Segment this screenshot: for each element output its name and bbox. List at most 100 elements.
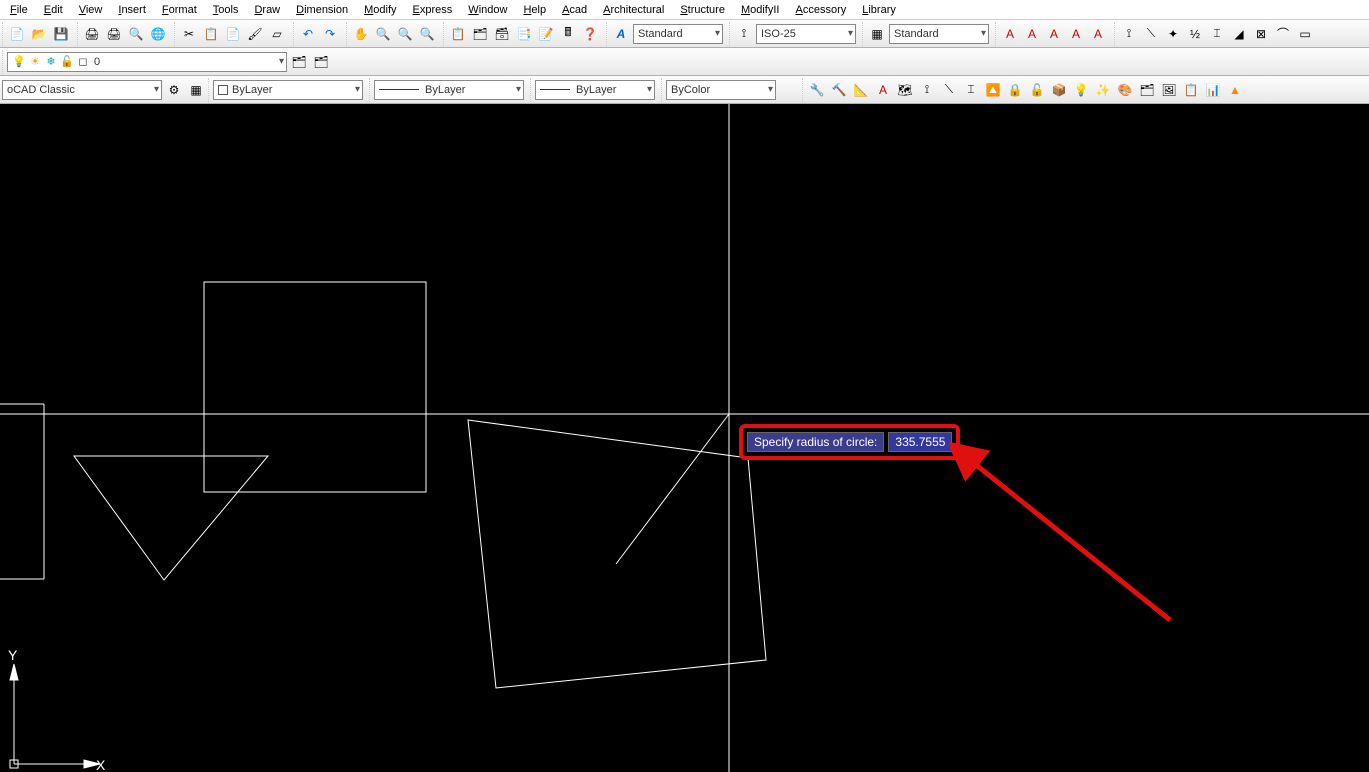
paste-button[interactable]: 📄 [223,24,243,44]
bulb-icon: 💡 [12,55,26,69]
copy-button[interactable]: 📋 [201,24,221,44]
ext3-icon[interactable]: 📐 [851,80,871,100]
menu-window[interactable]: Window [460,2,515,18]
ext12-icon[interactable]: 📦 [1049,80,1069,100]
freeze-icon: ❄ [44,55,58,69]
annot-a2-icon[interactable]: A [1022,24,1042,44]
ext18-icon[interactable]: 📋 [1181,80,1201,100]
plotstyle-dropdown[interactable]: ByColor [666,80,776,100]
redo-button[interactable]: ↷ [320,24,340,44]
workspace-settings-button[interactable]: ⚙ [164,80,184,100]
ext13-icon[interactable]: 💡 [1071,80,1091,100]
annot-a1-icon[interactable]: A [1000,24,1020,44]
ext11-icon[interactable]: 🔓 [1027,80,1047,100]
dim2-icon[interactable]: ⟍ [1141,24,1161,44]
publish-button[interactable]: 🌐 [148,24,168,44]
dim5-icon[interactable]: ⌶ [1207,24,1227,44]
layer-dropdown[interactable]: 💡 ☀ ❄ 🔓 ◻ 0 [7,52,287,72]
dimstyle-icon[interactable]: ⟟ [734,24,754,44]
ext19-icon[interactable]: 📊 [1203,80,1223,100]
ext8-icon[interactable]: ⌶ [961,80,981,100]
menu-insert[interactable]: Insert [110,2,154,18]
drawing-canvas[interactable]: Y X [0,104,1369,772]
menu-draw[interactable]: Draw [246,2,288,18]
ext16-icon[interactable]: 🗂 [1137,80,1157,100]
print-button[interactable]: 🖨 [82,24,102,44]
eraser-button[interactable]: ▱ [267,24,287,44]
designcenter-button[interactable]: 🗂 [470,24,490,44]
dynamic-prompt-label: Specify radius of circle: [747,432,884,452]
ext6-icon[interactable]: ⟟ [917,80,937,100]
ext7-icon[interactable]: ⟍ [939,80,959,100]
menu-modify[interactable]: Modify [356,2,404,18]
menu-view[interactable]: View [71,2,111,18]
dim6-icon[interactable]: ◢ [1229,24,1249,44]
ext10-icon[interactable]: 🔒 [1005,80,1025,100]
help-button[interactable]: ❓ [580,24,600,44]
linetype-dropdown[interactable]: ByLayer [374,80,524,100]
dynamic-radius-input[interactable]: 335.7555 [888,432,952,452]
dim4-icon[interactable]: ½ [1185,24,1205,44]
properties-button[interactable]: 📋 [448,24,468,44]
menu-library[interactable]: Library [854,2,904,18]
qcalc-button[interactable]: 🖩 [558,24,578,44]
menu-acad[interactable]: Acad [554,2,595,18]
color-dropdown[interactable]: ByLayer [213,80,363,100]
menu-accessory[interactable]: Accessory [787,2,854,18]
ext15-icon[interactable]: 🎨 [1115,80,1135,100]
workspace-dropdown[interactable]: oCAD Classic [2,80,162,100]
ext5-icon[interactable]: 🗺 [895,80,915,100]
dim8-icon[interactable]: ⌒ [1273,24,1293,44]
ext9-icon[interactable]: 🔼 [983,80,1003,100]
save-button[interactable]: 💾 [51,24,71,44]
sheetset-button[interactable]: 📑 [514,24,534,44]
layer-toolbar: 💡 ☀ ❄ 🔓 ◻ 0 🗂 🗂 [0,48,1369,76]
toolpalette-button[interactable]: ▦ [186,80,206,100]
annot-a3-icon[interactable]: A [1044,24,1064,44]
menu-modify2[interactable]: ModifyII [733,2,788,18]
ext2-icon[interactable]: 🔨 [829,80,849,100]
new-button[interactable]: 📄 [7,24,27,44]
menu-edit[interactable]: Edit [36,2,71,18]
markup-button[interactable]: 📝 [536,24,556,44]
layeriso-button[interactable]: 🗂 [311,52,331,72]
menu-format[interactable]: Format [154,2,205,18]
ext20-icon[interactable]: ▲ [1225,80,1245,100]
menu-dimension[interactable]: Dimension [288,2,356,18]
plot-button[interactable]: 🖨 [104,24,124,44]
menu-tools[interactable]: Tools [205,2,247,18]
pan-button[interactable]: ✋ [351,24,371,44]
zoom-button[interactable]: 🔍 [373,24,393,44]
lineweight-value: ByLayer [576,84,616,96]
zoomprev-button[interactable]: 🔍 [417,24,437,44]
lineweight-dropdown[interactable]: ByLayer [535,80,655,100]
table-style-dropdown[interactable]: Standard [889,24,989,44]
menu-help[interactable]: Help [515,2,554,18]
dim3-icon[interactable]: ✦ [1163,24,1183,44]
menu-express[interactable]: Express [405,2,461,18]
dim7-icon[interactable]: ⊠ [1251,24,1271,44]
cut-button[interactable]: ✂ [179,24,199,44]
undo-button[interactable]: ↶ [298,24,318,44]
zoomwin-button[interactable]: 🔍 [395,24,415,44]
open-button[interactable]: 📂 [29,24,49,44]
ext1-icon[interactable]: 🔧 [807,80,827,100]
layerprops-button[interactable]: 🗂 [289,52,309,72]
annot-a5-icon[interactable]: A [1088,24,1108,44]
textstyle-icon[interactable]: A [611,24,631,44]
tablestyle-icon[interactable]: ▦ [867,24,887,44]
dim-style-dropdown[interactable]: ISO-25 [756,24,856,44]
ext4-icon[interactable]: A [873,80,893,100]
annot-a4-icon[interactable]: A [1066,24,1086,44]
ext17-icon[interactable]: 🖼 [1159,80,1179,100]
menu-structure[interactable]: Structure [672,2,733,18]
toolpalettes-button[interactable]: 🗃 [492,24,512,44]
menu-architectural[interactable]: Architectural [595,2,672,18]
menu-file[interactable]: File [2,2,36,18]
ext14-icon[interactable]: ✨ [1093,80,1113,100]
text-style-dropdown[interactable]: Standard [633,24,723,44]
preview-button[interactable]: 🔍 [126,24,146,44]
match-button[interactable]: 🖌 [245,24,265,44]
dim1-icon[interactable]: ⟟ [1119,24,1139,44]
dim9-icon[interactable]: ▭ [1295,24,1315,44]
